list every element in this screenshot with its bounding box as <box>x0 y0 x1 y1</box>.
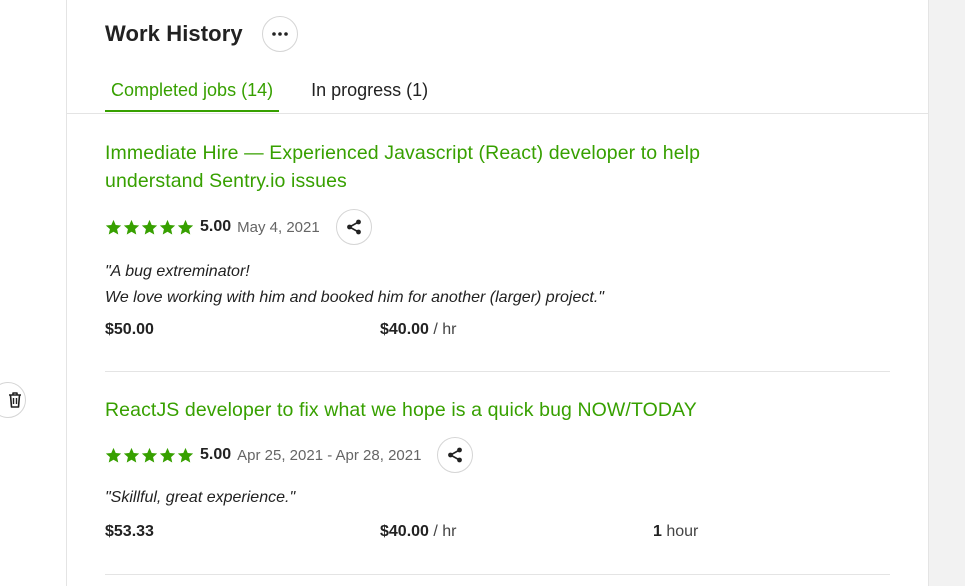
star-icon <box>177 447 194 463</box>
review-line: "A bug extreminator! <box>105 263 250 280</box>
job-dates: Apr 25, 2021 - Apr 28, 2021 <box>237 446 422 464</box>
tab-in-progress[interactable]: In progress (1) <box>305 80 434 110</box>
rating-score: 5.00 <box>200 446 232 463</box>
star-icon <box>105 447 122 463</box>
job-item: Immediate Hire — Experienced Javascript … <box>105 139 890 343</box>
rate-unit: / hr <box>433 321 457 338</box>
review-text: "Skillful, great experience." <box>105 485 890 511</box>
review-text: "A bug extreminator! We love working wit… <box>105 259 890 311</box>
star-icon <box>141 219 158 235</box>
job-stats: $50.00 $40.00 / hr <box>105 321 890 343</box>
star-icon <box>123 447 140 463</box>
job-divider <box>105 574 890 575</box>
hourly-rate: $40.00 / hr <box>380 321 457 339</box>
section-title: Work History <box>105 21 243 46</box>
section-header: Work History <box>105 16 298 52</box>
rate-unit: / hr <box>433 523 457 540</box>
star-icon <box>159 219 176 235</box>
star-rating <box>105 219 195 236</box>
review-line: We love working with him and booked him … <box>105 289 604 306</box>
share-button[interactable] <box>437 437 474 473</box>
more-options-button[interactable] <box>261 16 298 52</box>
delete-button[interactable] <box>0 382 26 418</box>
job-divider <box>105 371 890 372</box>
rating-row: 5.00 Apr 25, 2021 - Apr 28, 2021 <box>105 437 890 473</box>
hours-value: 1 <box>653 523 662 540</box>
hours-worked: 1 hour <box>653 523 698 541</box>
star-icon <box>105 219 122 235</box>
job-stats: $53.33 $40.00 / hr 1 hour <box>105 523 890 545</box>
rate-value: $40.00 <box>380 321 429 338</box>
ellipsis-icon <box>271 32 288 36</box>
share-button[interactable] <box>335 209 372 245</box>
review-line: "Skillful, great experience." <box>105 489 296 506</box>
job-title-link[interactable]: Immediate Hire — Experienced Javascript … <box>105 139 890 195</box>
star-icon <box>123 219 140 235</box>
work-history-panel: Work History Completed jobs (14) In prog… <box>67 0 928 586</box>
star-rating <box>105 447 195 464</box>
left-gutter <box>0 0 67 586</box>
rating-row: 5.00 May 4, 2021 <box>105 209 890 245</box>
rate-value: $40.00 <box>380 523 429 540</box>
hours-unit: hour <box>666 523 699 540</box>
job-title-line: ReactJS developer to fix what we hope is… <box>105 399 697 421</box>
share-icon <box>346 219 361 235</box>
job-title-link[interactable]: ReactJS developer to fix what we hope is… <box>105 396 890 424</box>
rating-score: 5.00 <box>200 218 232 235</box>
job-earnings: $50.00 <box>105 321 154 338</box>
share-icon <box>448 447 463 463</box>
job-earnings: $53.33 <box>105 523 154 540</box>
job-title-line: Immediate Hire — Experienced Javascript … <box>105 142 701 164</box>
tabs-divider <box>67 113 928 114</box>
trash-icon <box>9 392 21 408</box>
tabs: Completed jobs (14) In progress (1) <box>105 80 460 112</box>
right-rail <box>928 0 965 586</box>
job-title-line: understand Sentry.io issues <box>105 170 347 192</box>
star-icon <box>141 447 158 463</box>
hourly-rate: $40.00 / hr <box>380 523 457 541</box>
star-icon <box>177 219 194 235</box>
tab-completed-jobs[interactable]: Completed jobs (14) <box>105 80 280 112</box>
star-icon <box>159 447 176 463</box>
job-item: ReactJS developer to fix what we hope is… <box>105 396 890 545</box>
job-dates: May 4, 2021 <box>237 218 320 236</box>
